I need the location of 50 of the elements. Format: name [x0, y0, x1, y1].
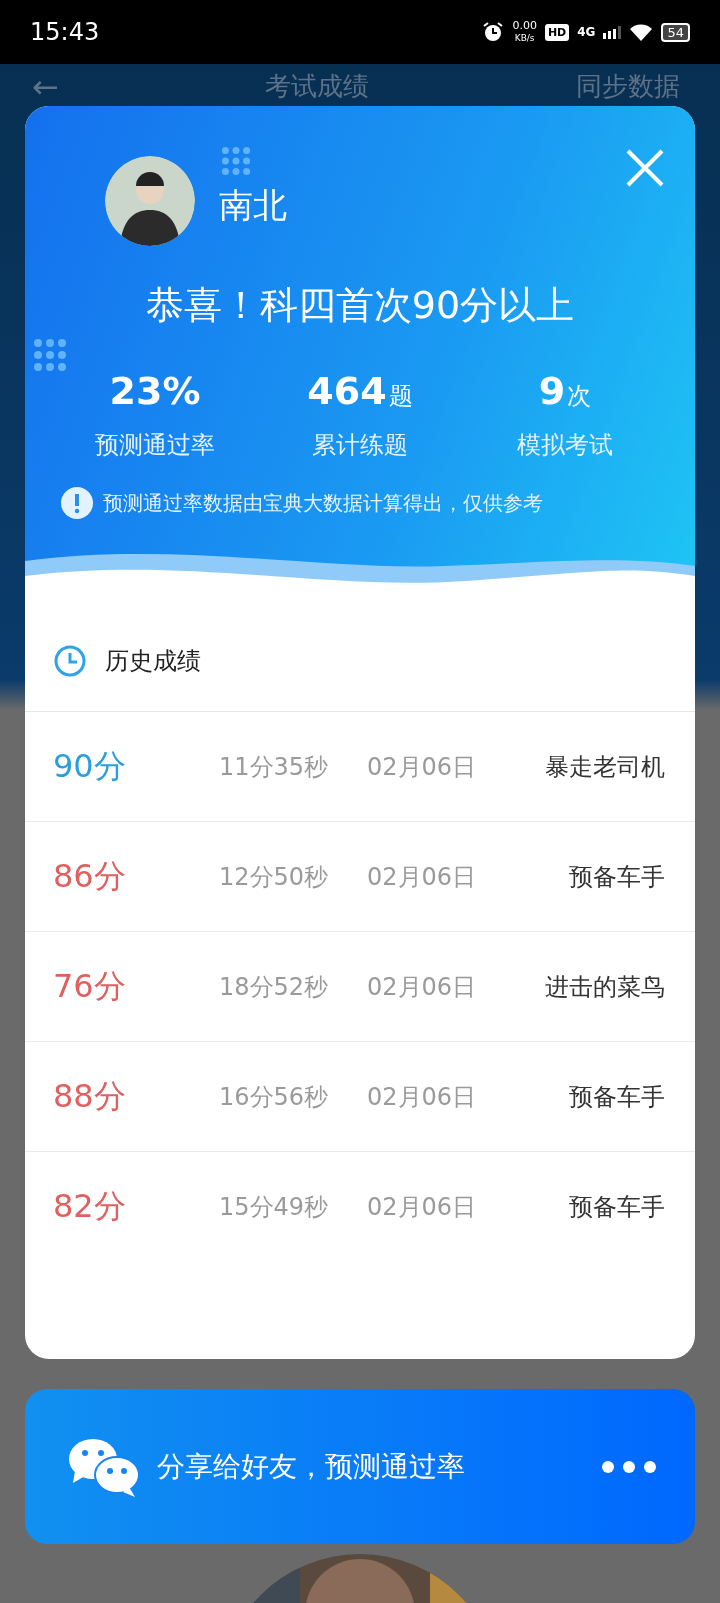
stat-label: 模拟考试 [516, 430, 614, 461]
stat-label: 预测通过率 [94, 430, 216, 461]
date: 02月06日 [367, 1191, 478, 1223]
date: 02月06日 [367, 1081, 478, 1113]
date: 02月06日 [367, 971, 478, 1003]
close-icon[interactable] [625, 148, 665, 188]
rank-title: 预备车手 [568, 861, 665, 893]
history-title: 历史成绩 [105, 646, 201, 677]
hd-badge: HD [544, 23, 570, 41]
stat-value: 464题 [306, 369, 414, 413]
notice-text: 预测通过率数据由宝典大数据计算得出，仅供参考 [103, 489, 543, 517]
duration: 11分35秒 [219, 751, 330, 783]
headline: 恭喜！科四首次90分以上 [144, 282, 576, 329]
duration: 18分52秒 [219, 971, 330, 1003]
score: 88分 [53, 1075, 127, 1117]
battery-icon: 54 [661, 22, 690, 42]
net-speed: 0.00 [512, 20, 537, 32]
stat-value: 23% [108, 369, 202, 413]
status-time: 15:43 [30, 18, 100, 46]
share-button[interactable]: 分享给好友，预测通过率 [25, 1389, 695, 1544]
rank-title: 进击的菜鸟 [544, 971, 665, 1003]
more-icon [601, 1459, 657, 1474]
clock-icon [53, 644, 87, 678]
rank-title: 暴走老司机 [544, 751, 665, 783]
date: 02月06日 [367, 751, 478, 783]
net-unit: KB/s [514, 32, 535, 44]
score: 90分 [53, 745, 127, 787]
rank-title: 预备车手 [568, 1081, 665, 1113]
dots-decoration [33, 338, 67, 372]
score: 82分 [53, 1185, 127, 1227]
rank-title: 预备车手 [568, 1191, 665, 1223]
sync-data-link[interactable]: 同步数据 [576, 69, 680, 104]
wifi-icon [629, 23, 654, 41]
signal-icon [603, 25, 622, 39]
score: 86分 [53, 855, 127, 897]
stat-label: 累计练题 [311, 430, 409, 461]
dots-decoration [221, 146, 251, 176]
score: 76分 [53, 965, 127, 1007]
chat-icon [67, 1436, 141, 1497]
user-name: 南北 [219, 184, 288, 227]
stat-value: 9 次 [537, 369, 593, 413]
duration: 12分50秒 [219, 861, 330, 893]
date: 02月06日 [367, 861, 478, 893]
duration: 15分49秒 [219, 1191, 330, 1223]
back-arrow[interactable]: ← [32, 70, 59, 104]
alarm-icon [482, 21, 505, 43]
duration: 16分56秒 [219, 1081, 330, 1113]
info-icon [61, 487, 93, 519]
page-title: 考试成绩 [265, 70, 370, 103]
network-type: 4G [577, 25, 596, 39]
